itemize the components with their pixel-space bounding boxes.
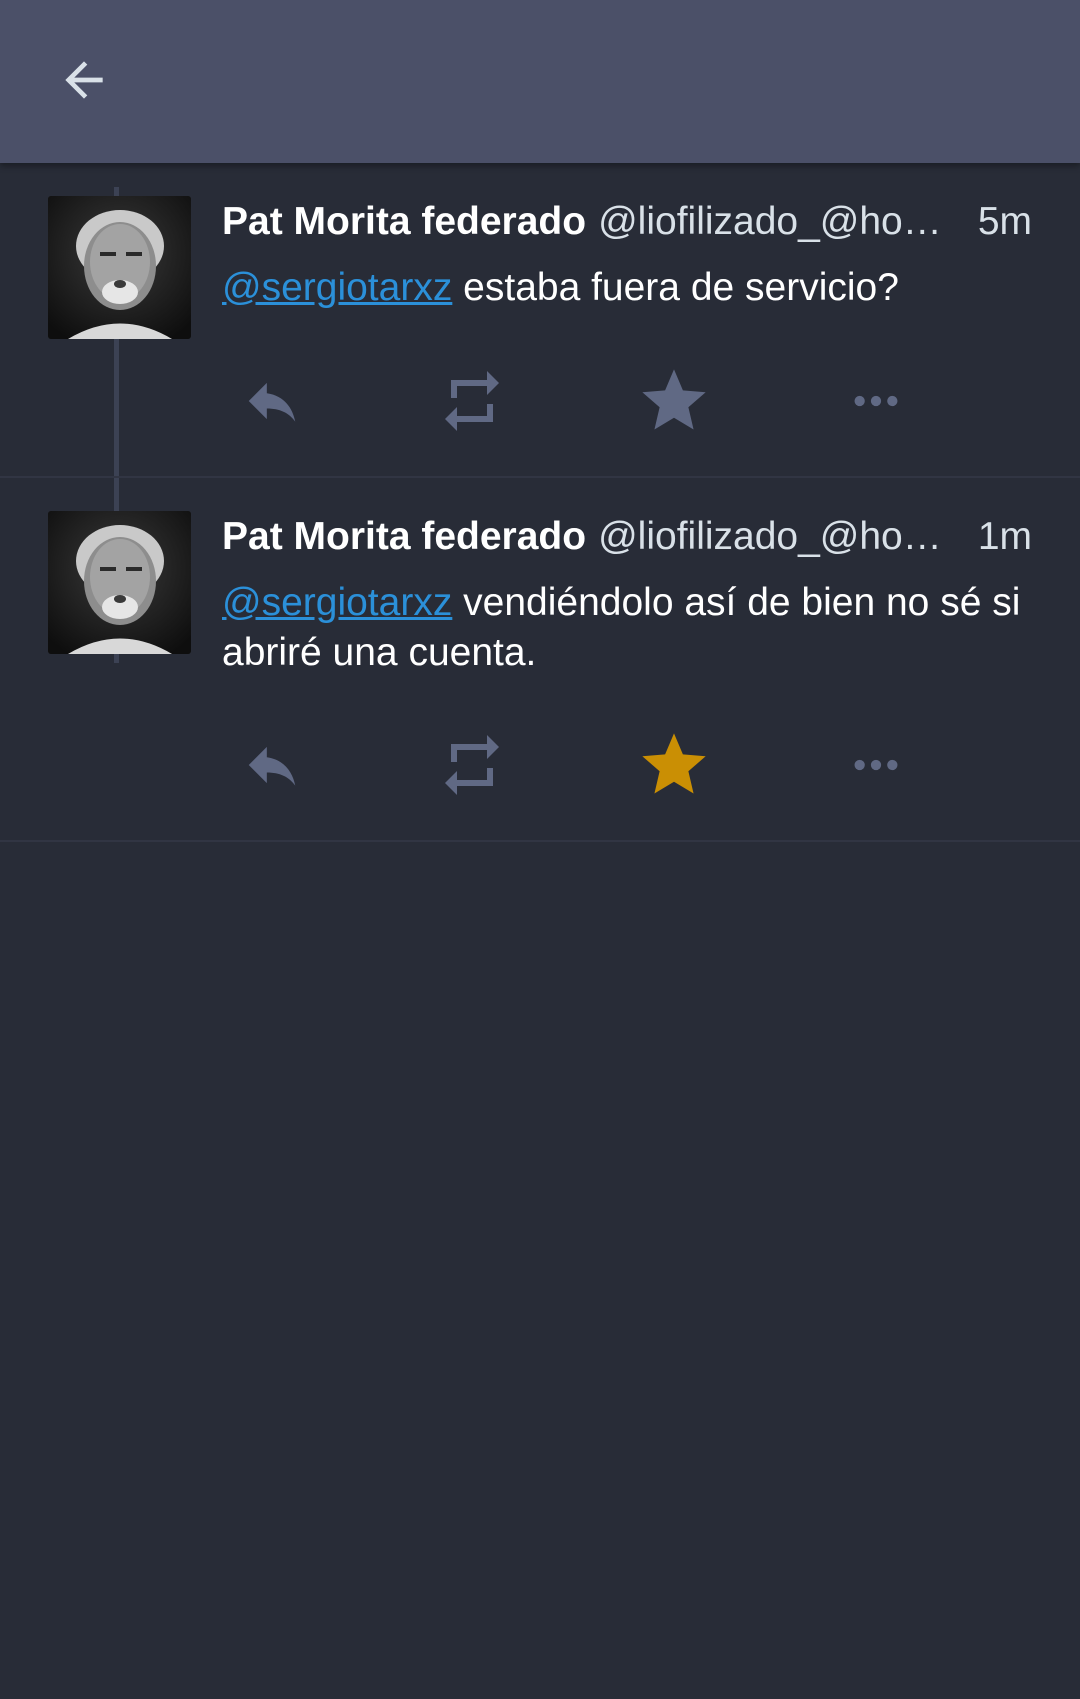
status-action-bar — [222, 725, 1002, 805]
reply-icon — [248, 746, 296, 786]
boost-icon — [445, 371, 499, 431]
account-handle[interactable]: @liofilizado_@ho… — [598, 511, 966, 563]
account-handle[interactable]: @liofilizado_@ho… — [598, 196, 966, 248]
boost-button[interactable] — [422, 361, 522, 441]
boost-icon — [445, 735, 499, 795]
favourite-button[interactable] — [624, 361, 724, 441]
back-button[interactable] — [44, 40, 124, 120]
star-icon — [642, 733, 706, 794]
more-button[interactable] — [826, 725, 926, 805]
relative-time[interactable]: 5m — [978, 196, 1032, 248]
mention-link[interactable]: @sergiotarxz — [222, 581, 452, 624]
status-header: Pat Morita federado @liofilizado_@ho… 5m — [222, 196, 1032, 248]
status-action-bar — [222, 361, 1002, 441]
status-text: @sergiotarxz vendiéndolo así de bien no … — [222, 578, 1032, 678]
status-text: @sergiotarxz estaba fuera de servicio? — [222, 263, 1032, 313]
avatar-image — [48, 196, 191, 339]
avatar[interactable] — [48, 511, 191, 654]
display-name[interactable]: Pat Morita federado — [222, 196, 586, 248]
status-content: Pat Morita federado @liofilizado_@ho… 1m… — [222, 511, 1032, 678]
status-item[interactable]: Pat Morita federado @liofilizado_@ho… 1m… — [0, 478, 1080, 842]
status-item[interactable]: Pat Morita federado @liofilizado_@ho… 5m… — [0, 163, 1080, 478]
reply-button[interactable] — [222, 361, 322, 441]
status-header: Pat Morita federado @liofilizado_@ho… 1m — [222, 511, 1032, 563]
relative-time[interactable]: 1m — [978, 511, 1032, 563]
boost-button[interactable] — [422, 725, 522, 805]
avatar[interactable] — [48, 196, 191, 339]
thread-timeline: Pat Morita federado @liofilizado_@ho… 5m… — [0, 163, 1080, 842]
display-name[interactable]: Pat Morita federado — [222, 511, 586, 563]
more-button[interactable] — [826, 361, 926, 441]
reply-icon — [248, 382, 296, 422]
avatar-image — [48, 511, 191, 654]
more-icon — [854, 395, 898, 407]
more-icon — [854, 759, 898, 771]
app-bar — [0, 0, 1080, 163]
favourite-button[interactable] — [624, 725, 724, 805]
mention-link[interactable]: @sergiotarxz — [222, 266, 452, 309]
arrow-left-icon — [65, 61, 103, 99]
reply-button[interactable] — [222, 725, 322, 805]
status-body: estaba fuera de servicio? — [452, 266, 899, 309]
star-icon — [642, 369, 706, 430]
status-content: Pat Morita federado @liofilizado_@ho… 5m… — [222, 196, 1032, 313]
